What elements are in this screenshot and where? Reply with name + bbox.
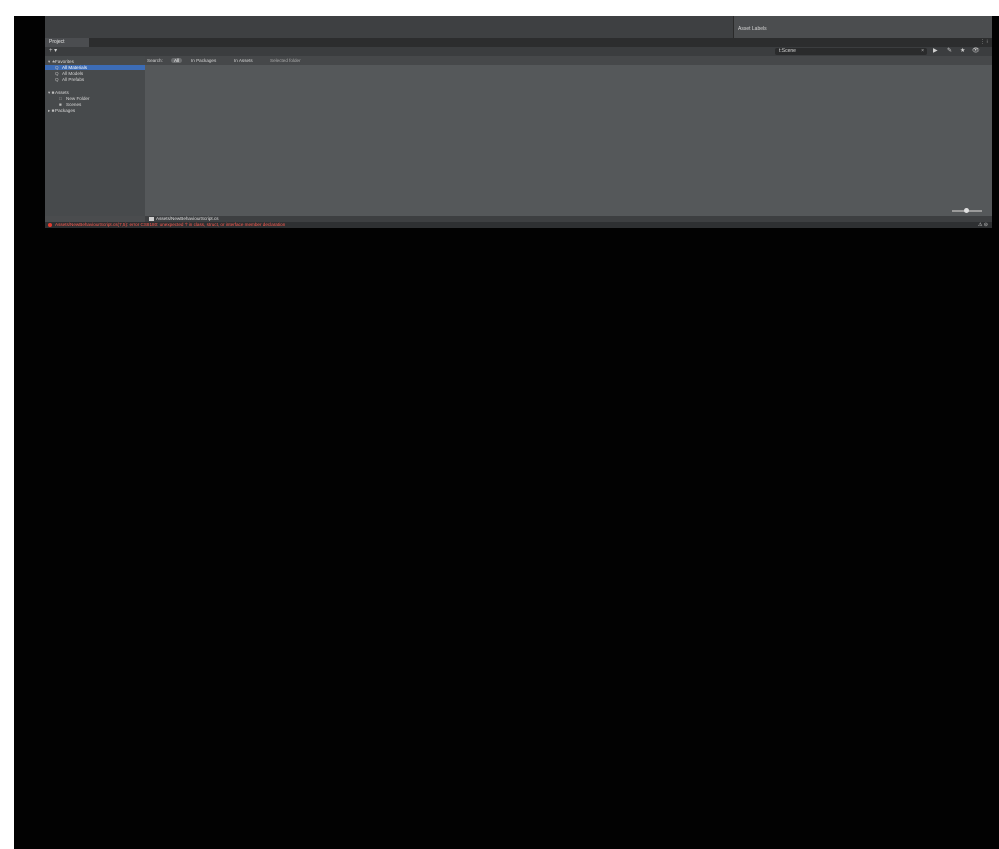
add-asset-button[interactable]: + ▾ (49, 47, 57, 56)
sidebar-item-label: All Materials (62, 65, 88, 70)
scope-selected-folder-button[interactable]: Selected folder (270, 58, 301, 63)
sidebar-item-favorites[interactable]: ▾ ★Favorites (48, 59, 74, 64)
search-scope-bar: Search: All In Packages In Assets Select… (145, 56, 992, 65)
search-icon: Q (55, 77, 59, 82)
sidebar-item-label: Packages (55, 108, 76, 113)
monitor-frame: Asset Labels Project ⋮ ⁝ + ▾ t:Scene × ▶… (14, 16, 999, 849)
sidebar-item-label: Favorites (55, 59, 74, 64)
favorite-icon[interactable]: ★ (960, 48, 965, 55)
script-icon (149, 216, 154, 221)
sidebar-item-label: All Prefabs (62, 77, 85, 82)
scope-in-packages-button[interactable]: In Packages (191, 58, 216, 63)
asset-path-label: Assets/NewBehaviourScript.cs (156, 216, 219, 221)
project-toolbar: + ▾ t:Scene × ▶ ✎ ★ 👁 (45, 47, 992, 56)
sidebar-item-packages[interactable]: ▸ ■Packages (48, 108, 75, 113)
project-tabbar: Project ⋮ ⁝ (45, 38, 992, 47)
scene-filter-icon[interactable]: ▶ (933, 48, 938, 55)
sidebar-item-assets[interactable]: ▾ ■Assets (48, 90, 69, 95)
sidebar-item-label: New Folder (66, 96, 90, 101)
asset-grid[interactable] (145, 65, 992, 216)
search-icon: Q (55, 65, 59, 70)
sidebar-item-all-models[interactable]: Q All Models (55, 71, 83, 76)
star-icon: ▾ ★ (48, 59, 56, 64)
tab-project[interactable]: Project (45, 38, 89, 47)
project-sidebar: ▾ ★Favorites Q All Materials Q All Models … (45, 56, 146, 216)
console-status-bar[interactable]: Assets/NewBehaviourScript.cs(7,5): error… (45, 222, 992, 228)
label-filter-icon[interactable]: ✎ (947, 48, 952, 55)
tab-menu-icon[interactable]: ⋮ ⁝ (980, 38, 988, 47)
search-scope-label: Search: (147, 58, 163, 63)
sidebar-item-label: Scenes (66, 102, 82, 107)
asset-labels-heading: Asset Labels (738, 26, 767, 32)
sidebar-item-label: Assets (55, 90, 69, 95)
visibility-icon[interactable]: 👁 (972, 48, 980, 55)
console-error-message[interactable]: Assets/NewBehaviourScript.cs(7,5): error… (55, 222, 285, 228)
scope-in-assets-button[interactable]: In Assets (234, 58, 253, 63)
unity-editor-screen: Asset Labels Project ⋮ ⁝ + ▾ t:Scene × ▶… (45, 16, 992, 228)
status-notification-icons[interactable]: ⚠ ⊝ (978, 222, 988, 228)
search-input[interactable]: t:Scene × (775, 48, 927, 55)
sidebar-item-all-prefabs[interactable]: Q All Prefabs (55, 77, 84, 82)
folder-icon: □ (59, 96, 62, 101)
zoom-slider-handle[interactable] (964, 208, 969, 213)
sidebar-item-new-folder[interactable]: □ New Folder (59, 96, 90, 101)
sidebar-item-label: All Models (62, 71, 84, 76)
error-icon (48, 223, 52, 227)
search-value: t:Scene (779, 48, 796, 54)
folder-icon: ▾ ■ (48, 90, 55, 95)
inspector-panel: Asset Labels (733, 16, 992, 38)
upper-panel: Asset Labels (45, 16, 992, 38)
search-icon: Q (55, 71, 59, 76)
scope-all-button[interactable]: All (171, 58, 183, 63)
sidebar-item-all-materials[interactable]: Q All Materials (45, 65, 145, 70)
folder-icon: ▸ ■ (48, 108, 55, 113)
clear-search-icon[interactable]: × (921, 48, 924, 55)
zoom-slider[interactable] (952, 208, 982, 213)
sidebar-item-scenes[interactable]: ■ Scenes (59, 102, 81, 107)
folder-icon: ■ (59, 102, 62, 107)
